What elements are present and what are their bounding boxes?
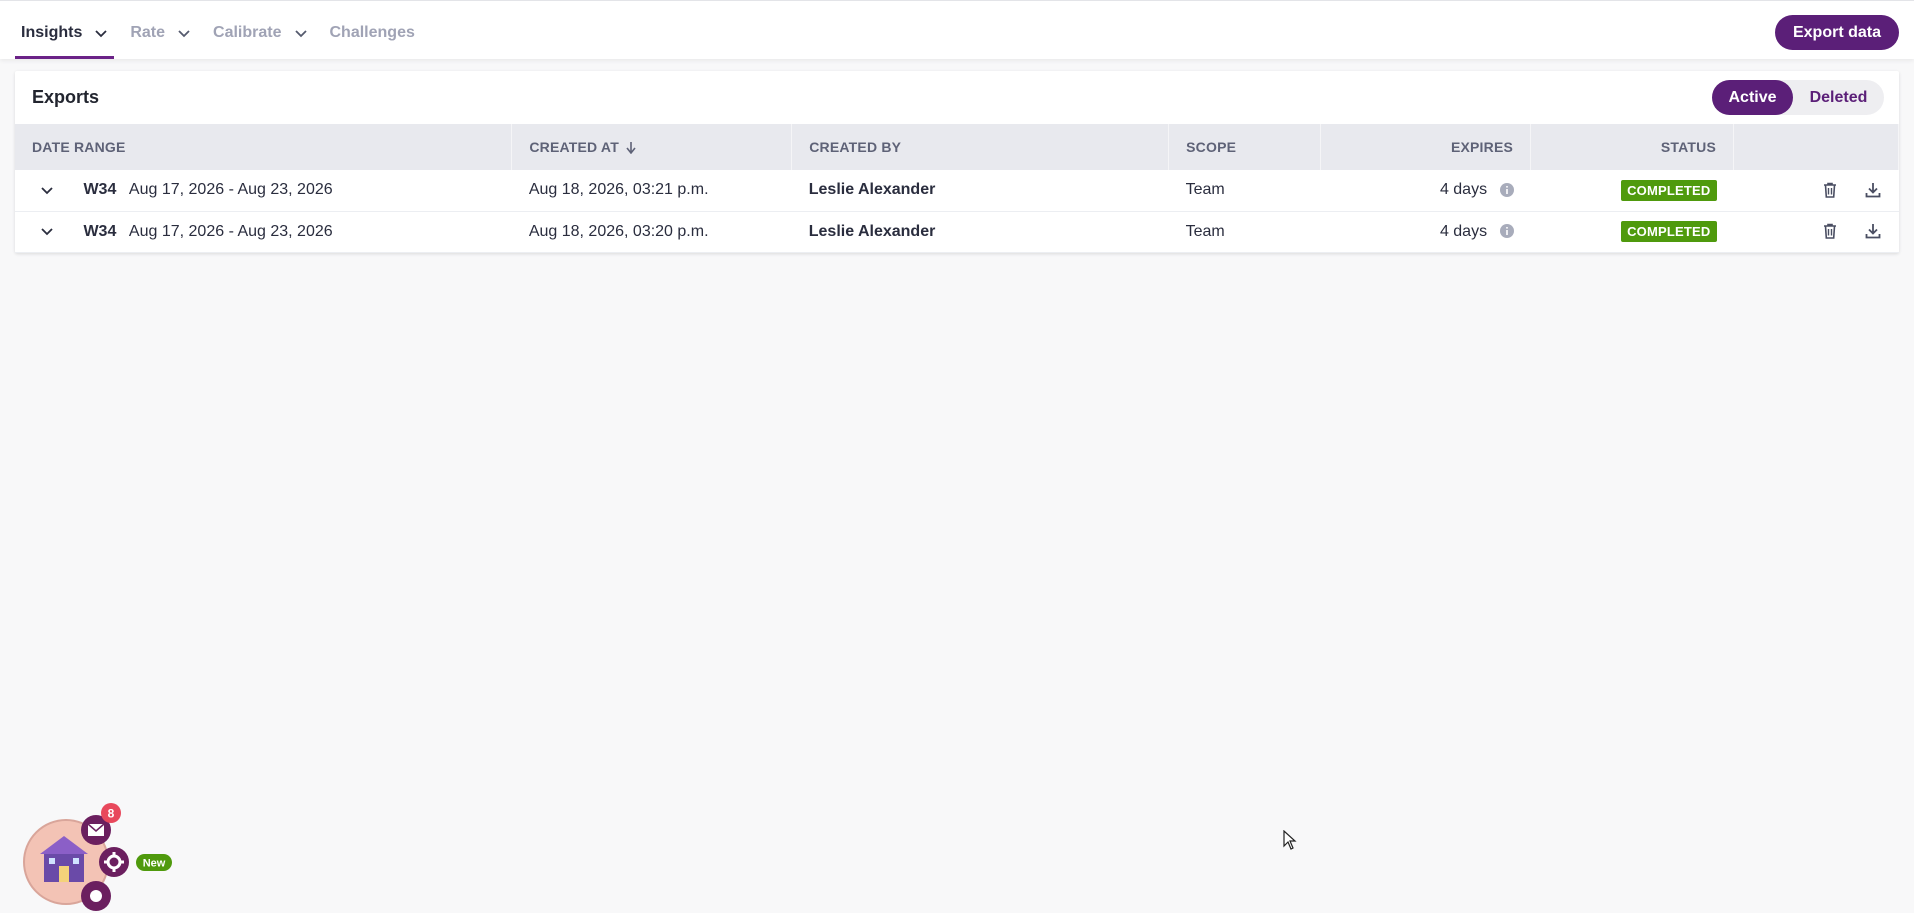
info-icon[interactable] <box>1499 224 1514 239</box>
help-button[interactable] <box>81 881 111 911</box>
download-icon[interactable] <box>1864 181 1882 199</box>
col-created-at[interactable]: CREATED AT <box>511 124 793 170</box>
week-label: W34 <box>83 222 117 240</box>
date-range-text: Aug 17, 2026 - Aug 23, 2026 <box>128 181 333 199</box>
cell-expires: 4 days <box>1320 170 1531 212</box>
nav-tab-label: Calibrate <box>213 23 282 41</box>
date-range-text: Aug 17, 2026 - Aug 23, 2026 <box>128 222 333 240</box>
notification-badge: 8 <box>101 803 121 823</box>
nav-tab-label: Insights <box>21 23 83 41</box>
top-navigation-bar: Insights Rate Calibrate Challenges Expor… <box>0 0 1914 59</box>
cell-created-at: Aug 18, 2026, 03:20 p.m. <box>511 211 792 253</box>
nav-tab-label: Challenges <box>329 23 415 41</box>
table-header-row: DATE RANGE CREATED AT CREATED BY SCOPE E… <box>15 124 1899 170</box>
question-icon <box>90 890 102 902</box>
trash-icon[interactable] <box>1821 222 1839 240</box>
notification-count: 8 <box>108 807 115 821</box>
cell-scope: Team <box>1168 170 1321 212</box>
main-nav: Insights Rate Calibrate Challenges <box>15 6 431 59</box>
new-badge-label: New <box>143 858 166 870</box>
trash-icon[interactable] <box>1821 181 1839 199</box>
cell-actions <box>1733 211 1899 253</box>
cell-created-at: Aug 18, 2026, 03:21 p.m. <box>511 170 792 212</box>
assistant-widget[interactable]: 8 New <box>22 800 182 913</box>
col-scope[interactable]: SCOPE <box>1168 124 1322 170</box>
cell-date-range: W34 Aug 17, 2026 - Aug 23, 2026 <box>15 211 512 253</box>
cell-scope: Team <box>1168 211 1321 253</box>
cell-date-range: W34 Aug 17, 2026 - Aug 23, 2026 <box>15 170 512 212</box>
exports-card: Exports Active Deleted DATE RANGE CREATE… <box>15 71 1899 253</box>
cell-created-by: Leslie Alexander <box>791 211 1169 253</box>
expires-text: 4 days <box>1439 222 1488 240</box>
exports-table: DATE RANGE CREATED AT CREATED BY SCOPE E… <box>15 124 1899 253</box>
col-date-range[interactable]: DATE RANGE <box>15 124 513 170</box>
status-badge: COMPLETED <box>1621 179 1717 201</box>
col-actions <box>1733 124 1899 170</box>
new-badge: New <box>136 854 172 871</box>
toggle-deleted[interactable]: Deleted <box>1793 80 1884 115</box>
export-data-button[interactable]: Export data <box>1774 15 1899 50</box>
active-deleted-toggle: Active Deleted <box>1712 80 1884 115</box>
download-icon[interactable] <box>1864 222 1882 240</box>
cell-status: COMPLETED <box>1530 211 1734 253</box>
cell-actions <box>1733 170 1899 212</box>
col-expires[interactable]: EXPIRES <box>1320 124 1532 170</box>
exports-title: Exports <box>32 87 100 107</box>
arrow-down-icon <box>626 142 636 155</box>
info-icon[interactable] <box>1499 183 1514 198</box>
chevron-down-icon <box>95 29 107 37</box>
nav-tab-calibrate[interactable]: Calibrate <box>207 6 313 59</box>
chevron-down-icon <box>178 29 190 37</box>
chevron-down-icon[interactable] <box>39 223 55 239</box>
chevron-down-icon <box>294 29 307 37</box>
settings-button[interactable] <box>99 847 129 877</box>
cell-created-by: Leslie Alexander <box>791 170 1169 212</box>
col-status[interactable]: STATUS <box>1530 124 1734 170</box>
expires-text: 4 days <box>1439 181 1488 199</box>
table-row: W34 Aug 17, 2026 - Aug 23, 2026 Aug 18, … <box>15 170 1899 212</box>
chevron-down-icon[interactable] <box>39 182 55 198</box>
toggle-active[interactable]: Active <box>1712 80 1793 115</box>
col-created-at-label: CREATED AT <box>529 139 619 155</box>
table-row: W34 Aug 17, 2026 - Aug 23, 2026 Aug 18, … <box>15 211 1899 253</box>
cell-expires: 4 days <box>1320 211 1531 253</box>
nav-tab-rate[interactable]: Rate <box>124 6 197 59</box>
cell-status: COMPLETED <box>1530 170 1734 212</box>
mouse-cursor-icon <box>1283 830 1297 850</box>
nav-tab-challenges[interactable]: Challenges <box>324 6 421 59</box>
nav-tab-label: Rate <box>130 23 166 41</box>
status-badge: COMPLETED <box>1621 221 1717 242</box>
week-label: W34 <box>83 181 117 199</box>
nav-tab-insights[interactable]: Insights <box>15 6 115 59</box>
col-created-by[interactable]: CREATED BY <box>791 124 1170 170</box>
